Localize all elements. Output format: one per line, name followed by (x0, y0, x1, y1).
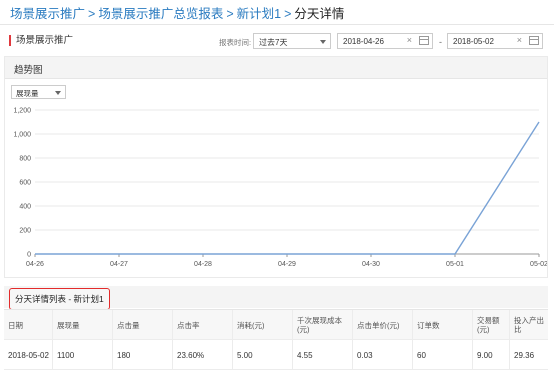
chevron-down-icon (320, 40, 326, 44)
start-date-value: 2018-04-26 (343, 37, 384, 46)
clear-icon[interactable]: × (517, 35, 522, 45)
table-cell: 0.03 (352, 340, 412, 370)
column-header[interactable]: 订单数 (412, 310, 472, 340)
y-tick-label: 1,200 (13, 108, 31, 115)
table-header-row: 日期 展现量 点击量 点击率 消耗(元) 千次展现成本(元) 点击单价(元) 订单数 交易额(元… (4, 310, 548, 340)
filter-bar: 场景展示推广 报表时间: 过去7天 2018-04-26 × - 2018-05… (0, 30, 554, 52)
trend-chart: 0 200 400 600 800 1,000 1,200 04-26 04-27 04-28 04… (13, 108, 547, 269)
x-tick-label: 04-29 (278, 261, 296, 268)
chevron-down-icon (55, 91, 61, 95)
y-tick-label: 600 (19, 180, 31, 187)
x-tick-label: 05-01 (446, 261, 464, 268)
y-tick-label: 400 (19, 204, 31, 211)
series-line (35, 121, 540, 255)
breadcrumb: 场景展示推广 > 场景展示推广总览报表 > 新计划1 > 分天详情 (10, 3, 344, 21)
column-header[interactable]: 点击量 (112, 310, 172, 340)
table-cell: 29.36 (509, 340, 548, 370)
table-cell: 23.60% (172, 340, 232, 370)
table-cell: 9.00 (472, 340, 509, 370)
header-divider (0, 24, 554, 25)
trend-title: 趋势图 (5, 57, 547, 79)
y-tick-label: 0 (27, 252, 31, 259)
breadcrumb-link-scene-promo[interactable]: 场景展示推广 (10, 7, 85, 21)
breadcrumb-current: 分天详情 (294, 7, 345, 21)
x-tick-label: 04-27 (110, 261, 128, 268)
table-cell: 1100 (52, 340, 112, 370)
table-cell: 2018-05-02 (8, 350, 49, 360)
breadcrumb-link-plan[interactable]: 新计划1 (237, 7, 281, 21)
x-tick-label: 04-28 (194, 261, 212, 268)
column-header[interactable]: 日期 (4, 310, 52, 340)
breadcrumb-separator: > (88, 7, 96, 21)
detail-table-title: 分天详情列表 - 新计划1 (9, 288, 110, 310)
column-header[interactable]: 消耗(元) (232, 310, 292, 340)
column-header[interactable]: 交易额(元) (472, 310, 509, 340)
breadcrumb-link-overview-report[interactable]: 场景展示推广总览报表 (98, 7, 223, 21)
detail-table-header: 分天详情列表 - 新计划1 (4, 286, 548, 310)
column-header[interactable]: 展现量 (52, 310, 112, 340)
table-cell: 60 (412, 340, 472, 370)
trend-panel: 趋势图 展现量 0 200 400 600 800 1,000 1,200 04-26 04-2… (4, 56, 548, 278)
y-tick-label: 800 (19, 156, 31, 163)
range-select-value: 过去7天 (259, 38, 288, 47)
calendar-icon[interactable] (529, 36, 539, 45)
date-range-dash: - (439, 37, 442, 47)
column-header[interactable]: 投入产出比 (509, 310, 548, 340)
breadcrumb-separator: > (284, 7, 292, 21)
range-label: 报表时间: (219, 38, 252, 47)
calendar-icon[interactable] (419, 36, 429, 45)
column-header[interactable]: 点击率 (172, 310, 232, 340)
section-title: 场景展示推广 (9, 35, 73, 46)
start-date-field[interactable]: 2018-04-26 × (337, 33, 433, 49)
table-cell: 5.00 (232, 340, 292, 370)
breadcrumb-separator: > (226, 7, 234, 21)
table-row: 2018-05-02 1100 180 23.60% 5.00 4.55 0.03 60 9.0… (4, 340, 548, 370)
end-date-value: 2018-05-02 (453, 37, 494, 46)
detail-table: 日期 展现量 点击量 点击率 消耗(元) 千次展现成本(元) 点击单价(元) 订单数 交易额(元… (4, 309, 548, 370)
range-select[interactable]: 过去7天 (253, 33, 331, 49)
y-tick-label: 200 (19, 228, 31, 235)
table-cell: 180 (112, 340, 172, 370)
metric-select-value: 展现量 (16, 89, 39, 98)
x-tick-label: 04-26 (26, 261, 44, 268)
metric-select[interactable]: 展现量 (11, 85, 66, 99)
column-header[interactable]: 千次展现成本(元) (292, 310, 352, 340)
y-tick-label: 1,000 (13, 132, 31, 139)
clear-icon[interactable]: × (407, 35, 412, 45)
table-cell: 4.55 (292, 340, 352, 370)
x-tick-label: 05-02 (530, 261, 547, 268)
end-date-field[interactable]: 2018-05-02 × (447, 33, 543, 49)
column-header[interactable]: 点击单价(元) (352, 310, 412, 340)
x-tick-label: 04-30 (362, 261, 380, 268)
